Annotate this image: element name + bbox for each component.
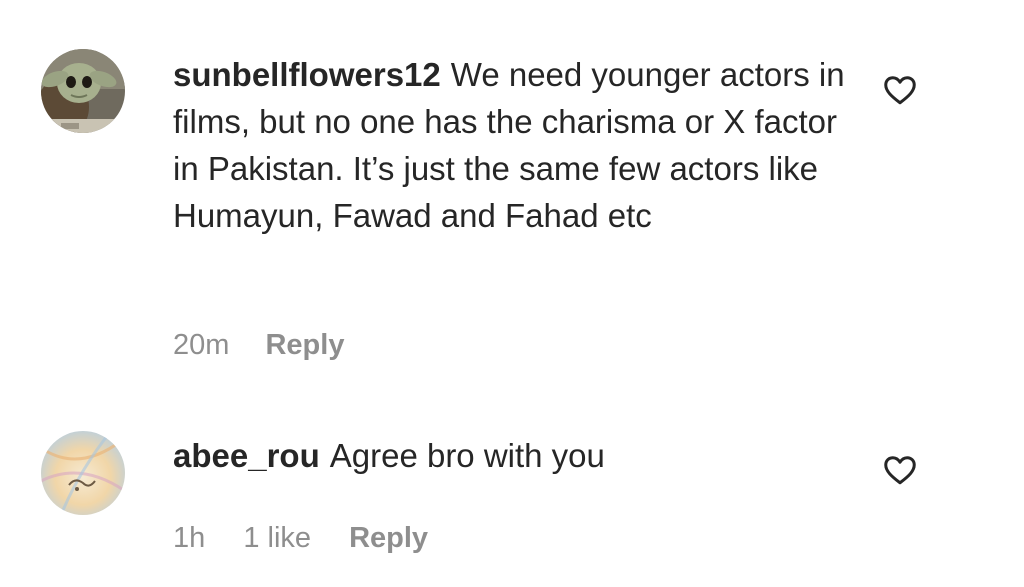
like-count[interactable]: 1 like [243, 522, 311, 555]
comment-text-block: abee_rou Agree bro with you [173, 432, 853, 479]
comment-username[interactable]: sunbellflowers12 [173, 56, 441, 93]
comment-text: Agree bro with you [329, 437, 605, 474]
comment-text-block: sunbellflowers12 We need younger actors i… [173, 51, 853, 239]
heart-outline-icon [884, 456, 916, 485]
comment-meta: 1h 1 like Reply [173, 522, 428, 555]
baby-yoda-avatar-icon [41, 49, 125, 133]
comment-meta: 20m Reply [173, 329, 344, 362]
comment-username[interactable]: abee_rou [173, 437, 320, 474]
comment-body: abee_rou Agree bro with you [173, 432, 853, 479]
heart-outline-icon [884, 76, 916, 105]
avatar[interactable] [41, 49, 125, 133]
like-button[interactable] [882, 452, 918, 488]
avatar[interactable] [41, 431, 125, 515]
like-button[interactable] [882, 72, 918, 108]
comment-timestamp[interactable]: 20m [173, 329, 229, 362]
comment-timestamp[interactable]: 1h [173, 522, 205, 555]
reply-button[interactable]: Reply [349, 522, 428, 555]
reply-button[interactable]: Reply [265, 329, 344, 362]
calligraphy-avatar-icon [41, 431, 125, 515]
comment-body: sunbellflowers12 We need younger actors i… [173, 51, 853, 239]
